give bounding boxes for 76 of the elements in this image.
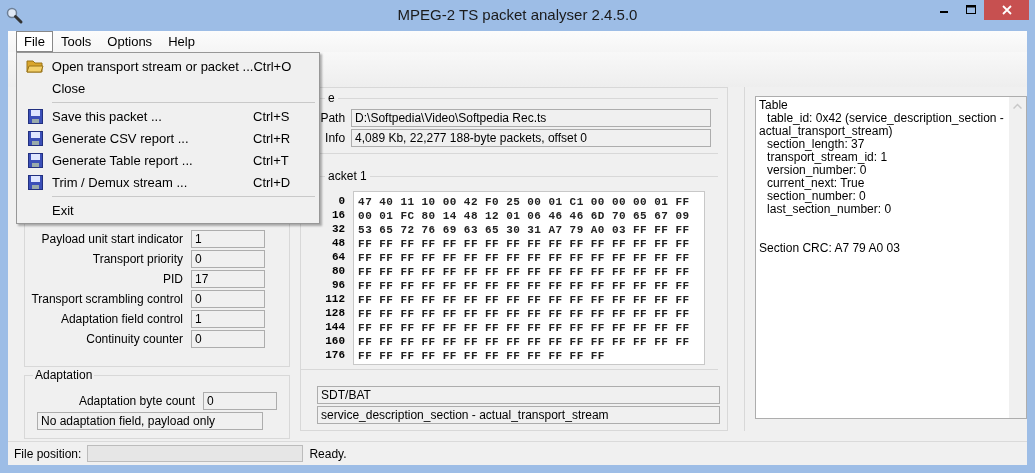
hex-row-text: 53 65 72 76 69 63 65 30 31 A7 79 A0 03 FF FF FF bbox=[358, 223, 691, 237]
field-label: Payload unit start indicator bbox=[40, 232, 183, 246]
close-button[interactable] bbox=[984, 0, 1029, 20]
hex-row-text: FF FF FF FF FF FF FF FF FF FF FF FF FF FF FF FF bbox=[358, 293, 691, 307]
path-field: D:\Softpedia\Video\Softpedia Rec.ts bbox=[351, 109, 712, 127]
value-field: 1 bbox=[191, 230, 265, 248]
hex-row-text: 47 40 11 10 00 42 F0 25 00 01 C1 00 00 00 01 FF bbox=[358, 195, 691, 209]
menu-item[interactable]: File bbox=[16, 31, 53, 52]
value-field: 0 bbox=[191, 250, 265, 268]
tree-label: Table bbox=[759, 99, 789, 112]
offset-label: 160 bbox=[325, 334, 346, 348]
offset-label: 144 bbox=[325, 320, 346, 334]
field-label: Adaptation field control bbox=[59, 312, 183, 326]
folder-icon bbox=[26, 58, 45, 74]
menu-item[interactable]: Tools bbox=[52, 31, 100, 52]
offset-label: 176 bbox=[325, 348, 346, 362]
menu-entry[interactable]: Generate CSV report ... Ctrl+R bbox=[19, 127, 317, 149]
hex-row-text: FF FF FF FF FF FF FF FF FF FF FF FF FF FF FF FF bbox=[358, 279, 691, 293]
offset-label: 64 bbox=[331, 250, 346, 264]
field-label: Path bbox=[319, 111, 346, 125]
hex-row-text: FF FF FF FF FF FF FF FF FF FF FF FF FF FF FF FF bbox=[358, 251, 691, 265]
crc-text: Section CRC: A7 79 A0 03 bbox=[759, 242, 901, 255]
note-field: No adaptation field, payload only bbox=[37, 412, 263, 430]
field-label: Info bbox=[324, 131, 346, 145]
menu-entry[interactable]: Open transport stream or packet ...Ctrl+O bbox=[19, 55, 317, 77]
field-label: Transport scrambling control bbox=[30, 292, 183, 306]
offset-label: 16 bbox=[331, 208, 346, 222]
offset-label: 112 bbox=[325, 292, 346, 306]
hex-row-text: FF FF FF FF FF FF FF FF FF FF FF FF bbox=[358, 349, 606, 363]
hex-row-text: FF FF FF FF FF FF FF FF FF FF FF FF FF FF FF FF bbox=[358, 307, 691, 321]
menu-entry[interactable]: Close bbox=[19, 77, 317, 99]
field-label: Continuity counter bbox=[85, 332, 183, 346]
offset-label: 96 bbox=[331, 278, 346, 292]
offset-label: 0 bbox=[338, 194, 346, 208]
value-field: 1 bbox=[191, 310, 265, 328]
value-field: 0 bbox=[191, 330, 265, 348]
status-message: Ready. bbox=[309, 446, 347, 461]
hex-row-text: FF FF FF FF FF FF FF FF FF FF FF FF FF FF FF FF bbox=[358, 237, 691, 251]
menu-entry[interactable]: Trim / Demux stream ... Ctrl+D bbox=[19, 171, 317, 193]
offset-label: 80 bbox=[331, 264, 346, 278]
field-label: Adaptation byte count bbox=[77, 394, 195, 408]
hex-row-text: 00 01 FC 80 14 48 12 01 06 46 46 6D 70 65 67 09 bbox=[358, 209, 691, 223]
section-description-field: service_description_section - actual_transport_stream bbox=[317, 406, 721, 424]
status-label: File position: bbox=[14, 446, 82, 461]
offset-label: 128 bbox=[325, 306, 346, 320]
info-field: 4,089 Kb, 22,277 188-byte packets, offset 0 bbox=[351, 129, 712, 147]
hex-row-text: FF FF FF FF FF FF FF FF FF FF FF FF FF FF FF FF bbox=[358, 335, 691, 349]
menu-entry[interactable]: Generate Table report ... Ctrl+T bbox=[19, 149, 317, 171]
hex-row-text: FF FF FF FF FF FF FF FF FF FF FF FF FF FF FF FF bbox=[358, 265, 691, 279]
menu-item[interactable]: Options bbox=[99, 31, 161, 52]
offset-label: 48 bbox=[331, 236, 346, 250]
magnifier-icon bbox=[6, 6, 24, 25]
tree-label: section_number: 0 bbox=[766, 190, 867, 203]
group-title: Adaptation bbox=[33, 368, 95, 382]
offset-label: 32 bbox=[331, 222, 346, 236]
menu-entry[interactable]: Exit bbox=[19, 199, 317, 221]
scrollbar[interactable] bbox=[1009, 97, 1026, 418]
tree-label: transport_stream_id: 1 bbox=[766, 151, 889, 164]
field-label: Transport priority bbox=[91, 252, 183, 266]
menu-entry[interactable]: Save this packet ... Ctrl+S bbox=[19, 105, 317, 127]
value-field: 0 bbox=[203, 392, 277, 410]
close-icon bbox=[1001, 5, 1012, 15]
tree-label: last_section_number: 0 bbox=[766, 203, 893, 216]
hex-row-text: FF FF FF FF FF FF FF FF FF FF FF FF FF FF FF FF bbox=[358, 321, 691, 335]
tree-label: current_next: True bbox=[766, 177, 866, 190]
value-field: 17 bbox=[191, 270, 265, 288]
maximize-icon bbox=[965, 5, 976, 15]
field-label: PID bbox=[162, 272, 183, 286]
tree-label: version_number: 0 bbox=[766, 164, 867, 177]
value-field: 0 bbox=[191, 290, 265, 308]
section-name-field: SDT/BAT bbox=[317, 386, 721, 404]
tree-label: table_id: 0x42 (service_description_section - actual_transport_stream) bbox=[759, 112, 1005, 138]
menu-item[interactable]: Help bbox=[160, 31, 203, 52]
tree-label: section_length: 37 bbox=[767, 138, 865, 151]
group-title: acket 1 bbox=[325, 169, 370, 183]
window-title: MPEG-2 TS packet analyser 2.4.5.0 bbox=[396, 6, 639, 23]
